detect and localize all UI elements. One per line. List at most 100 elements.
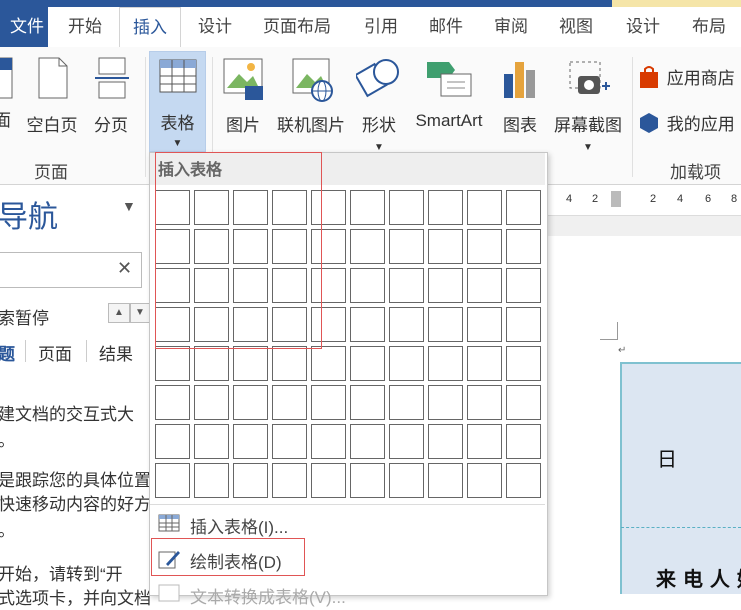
clear-search-icon[interactable]: ✕ — [117, 258, 132, 279]
grid-cell[interactable] — [506, 307, 541, 342]
grid-cell[interactable] — [389, 385, 424, 420]
grid-cell[interactable] — [350, 346, 385, 381]
tab-references[interactable]: 引用 — [352, 7, 410, 47]
pages-group-label: 页面 — [34, 163, 68, 182]
nav-tab-pages[interactable]: 页面 — [38, 340, 72, 365]
grid-cell[interactable] — [311, 385, 346, 420]
grid-cell[interactable] — [155, 385, 190, 420]
blank-page-button[interactable]: 空白页 — [22, 56, 82, 135]
grid-cell[interactable] — [389, 346, 424, 381]
grid-cell[interactable] — [194, 346, 229, 381]
tab-table-design[interactable]: 设计 — [614, 7, 672, 47]
grid-cell[interactable] — [233, 463, 268, 498]
grid-cell[interactable] — [194, 463, 229, 498]
tab-file[interactable]: 文件 — [0, 7, 48, 47]
cover-page-button[interactable]: 面 — [0, 56, 14, 130]
grid-cell[interactable] — [428, 268, 463, 303]
grid-cell[interactable] — [428, 463, 463, 498]
grid-cell[interactable] — [467, 190, 502, 225]
grid-cell[interactable] — [389, 424, 424, 459]
grid-cell[interactable] — [506, 463, 541, 498]
horizontal-ruler[interactable]: 4 2 2 4 6 8 — [545, 185, 741, 216]
tab-home[interactable]: 开始 — [56, 7, 114, 47]
grid-cell[interactable] — [467, 346, 502, 381]
nav-tab-results[interactable]: 结果 — [99, 340, 133, 365]
grid-cell[interactable] — [350, 268, 385, 303]
grid-cell[interactable] — [467, 268, 502, 303]
my-apps-button[interactable]: 我的应用 — [638, 110, 741, 140]
grid-cell[interactable] — [389, 229, 424, 264]
tab-design[interactable]: 设计 — [186, 7, 244, 47]
pictures-button[interactable]: 图片 — [220, 56, 266, 146]
grid-cell[interactable] — [155, 424, 190, 459]
menu-convert-text-to-table[interactable]: 文本转换成表格(V)... — [150, 576, 545, 610]
grid-cell[interactable] — [389, 463, 424, 498]
grid-cell[interactable] — [467, 229, 502, 264]
grid-cell[interactable] — [428, 307, 463, 342]
nav-body-line: 是跟踪您的具体位置 — [0, 471, 151, 490]
grid-cell[interactable] — [506, 268, 541, 303]
grid-cell[interactable] — [467, 385, 502, 420]
smartart-button[interactable]: SmartArt — [408, 56, 490, 146]
grid-cell[interactable] — [506, 385, 541, 420]
grid-cell[interactable] — [467, 307, 502, 342]
grid-cell[interactable] — [233, 424, 268, 459]
grid-cell[interactable] — [350, 424, 385, 459]
grid-cell[interactable] — [428, 424, 463, 459]
previous-result-button[interactable]: ▲ — [108, 303, 130, 323]
grid-cell[interactable] — [428, 229, 463, 264]
tab-review[interactable]: 审阅 — [482, 7, 540, 47]
store-button[interactable]: 应用商店 — [638, 64, 741, 94]
next-result-button[interactable]: ▼ — [130, 303, 150, 323]
grid-cell[interactable] — [350, 190, 385, 225]
grid-cell[interactable] — [389, 190, 424, 225]
tab-view[interactable]: 视图 — [547, 7, 605, 47]
table-button[interactable]: 表格 ▼ — [149, 51, 206, 152]
chart-button[interactable]: 图表 — [498, 56, 542, 146]
grid-cell[interactable] — [194, 385, 229, 420]
grid-cell[interactable] — [311, 424, 346, 459]
grid-cell[interactable] — [389, 307, 424, 342]
ruler-tick: 4 — [677, 193, 684, 205]
tab-table-layout[interactable]: 布局 — [680, 7, 738, 47]
ruler-indent-marker[interactable] — [611, 191, 621, 207]
grid-cell[interactable] — [350, 229, 385, 264]
grid-cell[interactable] — [272, 424, 307, 459]
document-table[interactable] — [620, 362, 741, 594]
grid-cell[interactable] — [272, 385, 307, 420]
grid-cell[interactable] — [467, 424, 502, 459]
tab-mailings[interactable]: 邮件 — [417, 7, 475, 47]
grid-cell[interactable] — [155, 346, 190, 381]
grid-cell[interactable] — [428, 385, 463, 420]
shapes-button[interactable]: 形状 ▼ — [354, 56, 404, 153]
grid-cell[interactable] — [506, 424, 541, 459]
grid-cell[interactable] — [506, 190, 541, 225]
grid-cell[interactable] — [233, 385, 268, 420]
grid-cell[interactable] — [272, 463, 307, 498]
grid-cell[interactable] — [389, 268, 424, 303]
tab-page-layout[interactable]: 页面布局 — [252, 7, 342, 47]
grid-cell[interactable] — [428, 346, 463, 381]
menu-insert-table[interactable]: 插入表格(I)... — [150, 506, 545, 540]
page-break-button[interactable]: 分页 — [88, 56, 134, 135]
blank-page-icon — [38, 57, 68, 99]
grid-cell[interactable] — [233, 346, 268, 381]
pictures-label: 图片 — [226, 116, 260, 135]
nav-options-chevron-icon[interactable]: ▼ — [122, 198, 136, 214]
grid-cell[interactable] — [467, 463, 502, 498]
screenshot-button[interactable]: 屏幕截图 ▼ — [548, 56, 628, 153]
grid-cell[interactable] — [272, 346, 307, 381]
online-pictures-button[interactable]: 联机图片 — [272, 56, 350, 146]
grid-cell[interactable] — [194, 424, 229, 459]
grid-cell[interactable] — [350, 307, 385, 342]
grid-cell[interactable] — [506, 346, 541, 381]
grid-cell[interactable] — [350, 463, 385, 498]
grid-cell[interactable] — [506, 229, 541, 264]
nav-tab-headings[interactable]: 题 — [0, 340, 15, 365]
tab-insert[interactable]: 插入 — [119, 7, 181, 48]
grid-cell[interactable] — [428, 190, 463, 225]
grid-cell[interactable] — [311, 463, 346, 498]
grid-cell[interactable] — [155, 463, 190, 498]
grid-cell[interactable] — [311, 346, 346, 381]
grid-cell[interactable] — [350, 385, 385, 420]
